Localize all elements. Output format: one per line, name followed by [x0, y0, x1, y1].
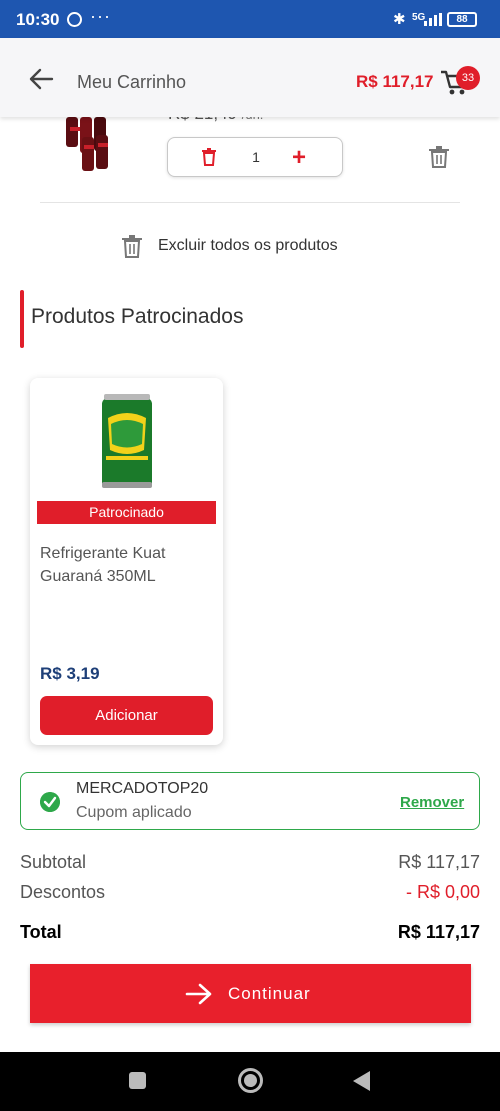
quantity-stepper: 1 +	[167, 137, 343, 177]
product-image	[66, 117, 108, 171]
status-bar: 10:30 ··· ✱ 5G 88	[0, 0, 500, 38]
section-accent-bar	[20, 290, 24, 348]
total-label: Total	[20, 922, 62, 942]
section-title: Produtos Patrocinados	[31, 305, 244, 328]
discount-value: - R$ 0,00	[405, 882, 480, 902]
add-to-cart-button[interactable]: Adicionar	[40, 696, 213, 735]
nav-home-icon[interactable]	[238, 1068, 263, 1093]
subtotal-row: Subtotal R$ 117,17	[20, 852, 480, 873]
total-row: Total R$ 117,17	[20, 922, 480, 943]
delete-all-label: Excluir todos os produtos	[158, 237, 338, 254]
bluetooth-icon: ✱	[393, 11, 406, 28]
product-price: R$ 3,19	[40, 664, 100, 683]
remove-coupon-link[interactable]: Remover	[400, 794, 464, 811]
check-circle-icon	[40, 792, 60, 812]
subtotal-value: R$ 117,17	[398, 852, 480, 872]
product-name: Refrigerante Kuat Guaraná 350ML	[40, 545, 166, 585]
discount-row: Descontos - R$ 0,00	[20, 882, 480, 903]
app-header: Meu Carrinho R$ 117,17 33	[0, 38, 500, 117]
header-cart-total: R$ 117,17	[356, 72, 434, 91]
coupon-box: MERCADOTOP20 Cupom aplicado Remover	[20, 772, 480, 830]
quantity-value: 1	[252, 149, 260, 165]
arrow-right-icon	[185, 983, 212, 1005]
system-nav-bar	[0, 1052, 500, 1111]
battery-icon: 88	[447, 12, 477, 27]
cart-count-badge: 33	[456, 66, 480, 90]
more-notifications-icon: ···	[90, 6, 111, 26]
nav-back-icon[interactable]	[353, 1071, 370, 1091]
remove-item-trash-icon[interactable]	[429, 146, 449, 168]
continue-button[interactable]: Continuar	[30, 964, 471, 1023]
total-value: R$ 117,17	[397, 922, 480, 942]
sponsored-tag: Patrocinado	[37, 501, 216, 524]
whatsapp-icon	[67, 12, 82, 27]
trash-icon	[122, 235, 142, 258]
signal-icon	[424, 13, 442, 26]
product-card[interactable]: Patrocinado Refrigerante Kuat Guaraná 35…	[30, 378, 223, 745]
continue-label: Continuar	[228, 984, 311, 1003]
plus-icon[interactable]: +	[292, 144, 306, 172]
divider	[40, 202, 460, 203]
product-image	[102, 394, 152, 488]
page-title: Meu Carrinho	[77, 72, 187, 92]
subtotal-label: Subtotal	[20, 852, 87, 872]
back-arrow-icon[interactable]	[28, 68, 54, 90]
discount-label: Descontos	[20, 882, 106, 902]
coupon-status: Cupom aplicado	[76, 804, 192, 821]
status-time: 10:30	[16, 10, 60, 29]
nav-recents-icon[interactable]	[129, 1072, 146, 1089]
decrease-trash-icon[interactable]	[202, 148, 216, 166]
coupon-code: MERCADOTOP20	[76, 780, 209, 797]
